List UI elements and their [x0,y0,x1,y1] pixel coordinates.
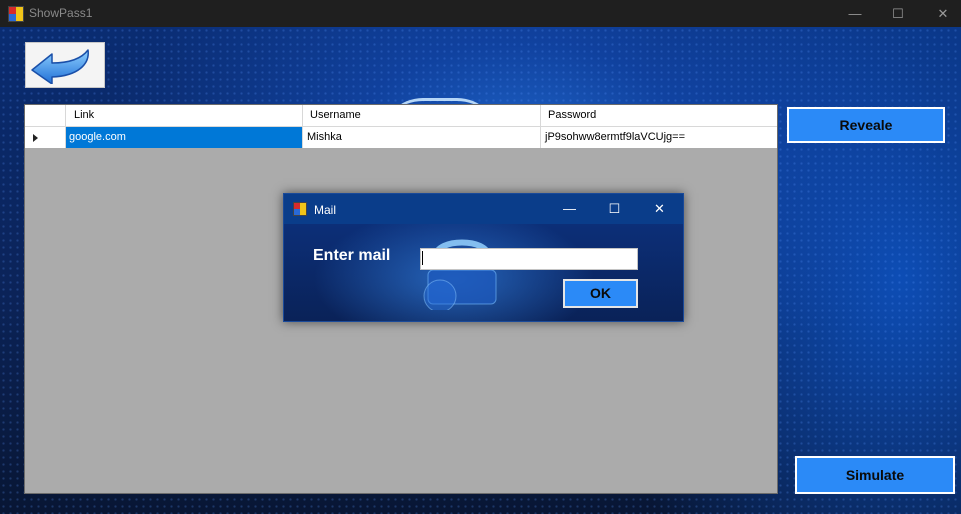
dialog-minimize-button[interactable]: — [547,194,592,224]
column-header-username[interactable]: Username [303,105,541,126]
enter-mail-label: Enter mail [313,247,391,264]
dialog-app-icon [293,202,307,216]
simulate-button[interactable]: Simulate [795,456,955,494]
main-title-bar: ShowPass1 — ☐ ✕ [0,0,961,27]
dialog-close-button[interactable]: ✕ [637,194,682,224]
back-button[interactable] [25,42,105,88]
cell-password[interactable]: jP9sohww8ermtf9laVCUjg== [541,126,777,148]
dialog-body: Enter mail OK [284,224,683,321]
table-row[interactable]: google.com Mishka jP9sohww8ermtf9laVCUjg… [25,126,777,148]
column-header-password[interactable]: Password [541,105,777,126]
app-icon [8,6,24,22]
close-button[interactable]: ✕ [920,0,961,27]
dialog-title: Mail [314,203,337,217]
cell-link[interactable]: google.com [66,126,303,148]
ok-button[interactable]: OK [563,279,638,308]
maximize-button[interactable]: ☐ [875,0,921,27]
current-row-icon [33,134,38,142]
mail-dialog: Mail — ☐ ✕ Enter mail OK [283,193,684,322]
dialog-title-bar: Mail — ☐ ✕ [284,194,683,224]
padlock-background-icon [423,239,497,310]
column-header-link[interactable]: Link [66,105,303,126]
text-caret [422,251,423,265]
mail-input[interactable] [420,248,638,270]
arrow-back-icon [31,49,89,84]
row-selector[interactable] [25,126,66,148]
row-header-corner [25,105,66,126]
minimize-button[interactable]: — [832,0,878,27]
dialog-maximize-button[interactable]: ☐ [592,194,637,224]
window-title: ShowPass1 [29,6,93,20]
grid-header: Link Username Password [25,105,777,127]
reveal-button[interactable]: Reveale [787,107,945,143]
cell-username[interactable]: Mishka [303,126,541,148]
